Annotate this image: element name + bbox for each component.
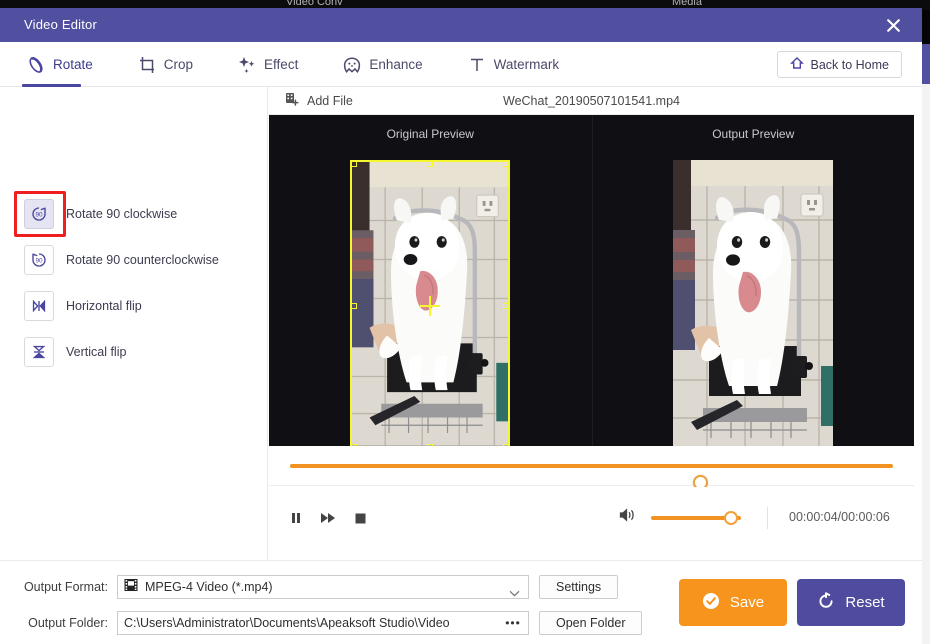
- tab-effect[interactable]: Effect: [237, 42, 312, 87]
- selection-handle[interactable]: [427, 162, 434, 167]
- tab-label: Effect: [264, 57, 299, 72]
- save-label: Save: [729, 594, 765, 611]
- vertical-flip-icon: [24, 337, 54, 367]
- reset-icon: [817, 591, 835, 614]
- background-window-accent: [922, 44, 930, 84]
- timeline-row: [269, 446, 914, 490]
- pause-button[interactable]: [285, 507, 307, 529]
- background-window-body: [922, 84, 930, 644]
- background-window-title-left: Video Conv: [286, 0, 343, 8]
- stop-button[interactable]: [349, 507, 371, 529]
- screen-root: Video Conv Media Video Editor Rotate Cro…: [0, 0, 930, 644]
- sidebar-item-rotate-90-clockwise[interactable]: 90 Rotate 90 clockwise: [24, 199, 177, 229]
- file-bar: Add File WeChat_20190507101541.mp4: [269, 87, 914, 115]
- output-folder-input[interactable]: C:\Users\Administrator\Documents\Apeakso…: [117, 611, 529, 635]
- window-title: Video Editor: [24, 17, 97, 32]
- tab-crop[interactable]: Crop: [137, 42, 207, 87]
- rotate-ccw-90-icon: 90: [24, 245, 54, 275]
- check-circle-icon: [702, 592, 720, 614]
- title-bar: Video Editor: [0, 8, 922, 42]
- chevron-down-icon: [509, 584, 520, 602]
- svg-text:90: 90: [35, 211, 43, 218]
- reset-label: Reset: [845, 594, 885, 611]
- crop-icon: [137, 55, 157, 75]
- sidebar-item-vertical-flip[interactable]: Vertical flip: [24, 337, 126, 367]
- timeline-slider[interactable]: [290, 464, 893, 490]
- tab-watermark[interactable]: Watermark: [467, 42, 574, 87]
- sparkle-icon: [237, 55, 257, 75]
- original-preview-pane: Original Preview: [269, 115, 592, 451]
- video-editor-window: Video Editor Rotate Crop Effect Enhance …: [0, 8, 922, 644]
- fast-forward-button[interactable]: [317, 507, 339, 529]
- enhance-icon: [342, 55, 362, 75]
- output-preview-pane: Output Preview: [591, 115, 915, 451]
- rotate-icon: [26, 55, 46, 75]
- background-window-title-right: Media: [672, 0, 702, 8]
- output-folder-label: Output Folder:: [28, 616, 108, 630]
- output-preview-title: Output Preview: [712, 127, 795, 141]
- settings-button[interactable]: Settings: [539, 575, 619, 599]
- selection-handle[interactable]: [503, 302, 509, 309]
- tab-strip: Rotate Crop Effect Enhance Watermark: [22, 42, 603, 87]
- reset-button[interactable]: Reset: [797, 579, 905, 626]
- sidebar-item-label: Rotate 90 clockwise: [66, 207, 178, 221]
- tab-label: Enhance: [369, 57, 423, 72]
- output-format-label: Output Format:: [23, 580, 108, 594]
- toolbar: Rotate Crop Effect Enhance Watermark Bac…: [0, 42, 922, 87]
- tab-label: Watermark: [493, 57, 560, 72]
- tab-enhance[interactable]: Enhance: [342, 42, 436, 87]
- editor-body: 90 Rotate 90 clockwise 90 Rotate 90 coun…: [0, 87, 922, 560]
- tab-label: Rotate: [53, 57, 93, 72]
- selection-handle[interactable]: [503, 162, 509, 167]
- output-folder-value: C:\Users\Administrator\Documents\Apeakso…: [124, 616, 450, 630]
- svg-text:90: 90: [35, 257, 43, 264]
- sidebar-item-horizontal-flip[interactable]: Horizontal flip: [24, 291, 142, 321]
- selection-handle[interactable]: [352, 302, 358, 309]
- sidebar-item-label: Horizontal flip: [66, 299, 142, 313]
- home-icon: [790, 56, 805, 73]
- current-file-name: WeChat_20190507101541.mp4: [503, 94, 680, 108]
- transport-controls: 00:00:04/00:00:06: [269, 487, 914, 560]
- original-preview-title: Original Preview: [386, 127, 474, 141]
- output-format-row: Output Format: MPEG-4 Video (*.mp4) Sett…: [16, 575, 619, 599]
- mpeg-file-icon: [124, 578, 138, 597]
- footer: Output Format: MPEG-4 Video (*.mp4) Sett…: [0, 560, 922, 644]
- time-display: 00:00:04/00:00:06: [789, 510, 890, 524]
- browse-folder-button[interactable]: •••: [498, 612, 528, 634]
- back-to-home-button[interactable]: Back to Home: [777, 51, 902, 78]
- output-folder-row: Output Folder: C:\Users\Administrator\Do…: [16, 611, 643, 635]
- output-format-select[interactable]: MPEG-4 Video (*.mp4): [117, 575, 529, 599]
- preview-stage: Original Preview Output Preview: [269, 115, 915, 451]
- volume-slider-handle[interactable]: [724, 511, 738, 525]
- tab-label: Crop: [163, 57, 194, 72]
- divider: [767, 507, 768, 529]
- text-t-icon: [467, 55, 487, 75]
- close-icon[interactable]: [880, 13, 906, 37]
- tab-rotate[interactable]: Rotate: [22, 42, 107, 87]
- rotate-options-sidebar: 90 Rotate 90 clockwise 90 Rotate 90 coun…: [0, 87, 268, 560]
- rotate-cw-90-icon: 90: [24, 199, 54, 229]
- sidebar-item-label: Vertical flip: [66, 345, 127, 359]
- preview-panel: Add File WeChat_20190507101541.mp4 Origi…: [269, 87, 914, 560]
- horizontal-flip-icon: [24, 291, 54, 321]
- original-preview-video[interactable]: [350, 160, 511, 451]
- volume-icon[interactable]: [619, 507, 641, 529]
- sidebar-item-rotate-90-counterclockwise[interactable]: 90 Rotate 90 counterclockwise: [24, 245, 219, 275]
- sidebar-item-label: Rotate 90 counterclockwise: [66, 253, 219, 267]
- output-preview-video[interactable]: [673, 160, 834, 451]
- open-folder-button[interactable]: Open Folder: [539, 611, 643, 635]
- selection-handle[interactable]: [352, 162, 358, 167]
- save-button[interactable]: Save: [679, 579, 787, 626]
- output-format-value: MPEG-4 Video (*.mp4): [145, 580, 273, 594]
- back-to-home-label: Back to Home: [810, 57, 889, 72]
